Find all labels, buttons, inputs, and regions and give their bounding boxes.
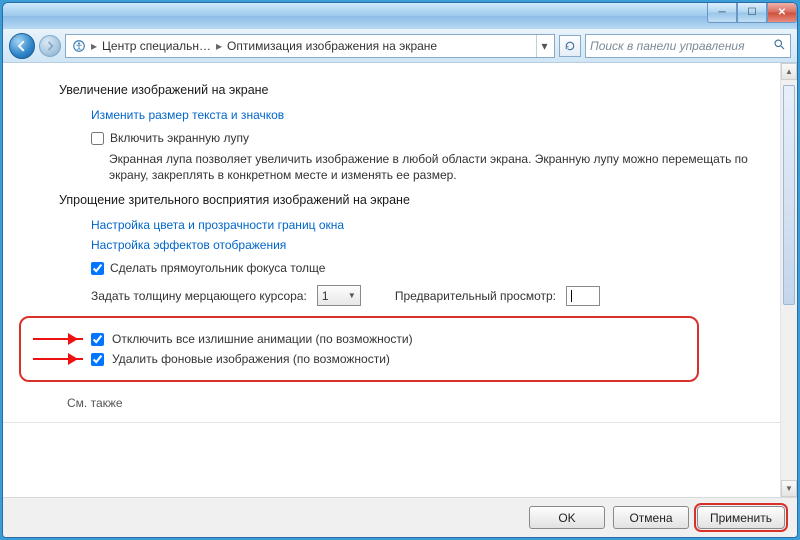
cursor-thickness-value: 1 <box>322 289 329 303</box>
navigation-bar: ▸ Центр специальн… ▸ Оптимизация изображ… <box>3 29 797 63</box>
label-thicker-focus-rect: Сделать прямоугольник фокуса толще <box>110 261 325 275</box>
annotation-arrow-icon <box>33 358 83 360</box>
breadcrumb-dropdown-icon[interactable]: ▾ <box>536 35 552 57</box>
search-input[interactable]: Поиск в панели управления <box>585 34 791 58</box>
link-display-effects[interactable]: Настройка эффектов отображения <box>91 238 286 252</box>
checkbox-thicker-focus-rect[interactable] <box>91 262 104 275</box>
chevron-down-icon: ▼ <box>348 291 356 300</box>
scrollbar[interactable]: ▲ ▼ <box>780 63 797 497</box>
section-title-simplify: Упрощение зрительного восприятия изображ… <box>59 193 773 207</box>
breadcrumb-sep-icon: ▸ <box>215 39 223 53</box>
breadcrumb-seg-2[interactable]: Оптимизация изображения на экране <box>223 39 441 53</box>
dialog-button-bar: OK Отмена Применить <box>3 497 797 537</box>
separator <box>3 422 797 423</box>
control-panel-window: ─ ☐ ✕ ▸ Центр специальн… ▸ Оптимизация и… <box>2 2 798 538</box>
arrow-right-icon <box>45 41 55 51</box>
search-placeholder: Поиск в панели управления <box>590 39 745 53</box>
ease-of-access-icon <box>71 38 87 54</box>
checkbox-enable-magnifier[interactable] <box>91 132 104 145</box>
see-also-label: См. также <box>67 396 773 410</box>
minimize-icon: ─ <box>718 7 725 18</box>
maximize-icon: ☐ <box>748 7 757 18</box>
section-title-enlarge: Увеличение изображений на экране <box>59 83 773 97</box>
checkbox-disable-animations[interactable] <box>91 333 104 346</box>
maximize-button[interactable]: ☐ <box>737 3 767 23</box>
breadcrumb-sep-icon: ▸ <box>90 39 98 53</box>
label-remove-backgrounds: Удалить фоновые изображения (по возможно… <box>112 352 390 366</box>
caret-icon <box>571 290 572 302</box>
cursor-preview <box>566 286 600 306</box>
label-enable-magnifier: Включить экранную лупу <box>110 131 249 145</box>
minimize-button[interactable]: ─ <box>707 3 737 23</box>
back-button[interactable] <box>9 33 35 59</box>
scroll-down-icon[interactable]: ▼ <box>781 480 797 497</box>
apply-button[interactable]: Применить <box>697 506 785 529</box>
annotation-arrow-icon <box>33 338 83 340</box>
refresh-icon <box>564 40 576 52</box>
label-preview: Предварительный просмотр: <box>395 289 556 303</box>
forward-button[interactable] <box>39 35 61 57</box>
label-cursor-thickness: Задать толщину мерцающего курсора: <box>91 289 307 303</box>
magnifier-description: Экранная лупа позволяет увеличить изобра… <box>109 151 773 183</box>
breadcrumb-seg-1[interactable]: Центр специальн… <box>98 39 215 53</box>
checkbox-remove-backgrounds[interactable] <box>91 353 104 366</box>
breadcrumb[interactable]: ▸ Центр специальн… ▸ Оптимизация изображ… <box>65 34 555 58</box>
search-icon <box>773 38 786 54</box>
link-window-border-color[interactable]: Настройка цвета и прозрачности границ ок… <box>91 218 344 232</box>
titlebar: ─ ☐ ✕ <box>3 3 797 29</box>
content-area: ▲ ▼ Увеличение изображений на экране Изм… <box>3 63 797 497</box>
window-controls: ─ ☐ ✕ <box>707 3 797 23</box>
close-button[interactable]: ✕ <box>767 3 797 23</box>
cursor-thickness-select[interactable]: 1 ▼ <box>317 285 361 306</box>
close-icon: ✕ <box>778 7 786 18</box>
link-change-text-icon-size[interactable]: Изменить размер текста и значков <box>91 108 284 122</box>
cancel-button[interactable]: Отмена <box>613 506 689 529</box>
arrow-left-icon <box>16 40 28 52</box>
highlighted-options-group: Отключить все излишние анимации (по возм… <box>19 316 699 382</box>
label-disable-animations: Отключить все излишние анимации (по возм… <box>112 332 413 346</box>
scroll-up-icon[interactable]: ▲ <box>781 63 797 80</box>
refresh-button[interactable] <box>559 35 581 57</box>
ok-button[interactable]: OK <box>529 506 605 529</box>
scroll-thumb[interactable] <box>783 85 795 305</box>
